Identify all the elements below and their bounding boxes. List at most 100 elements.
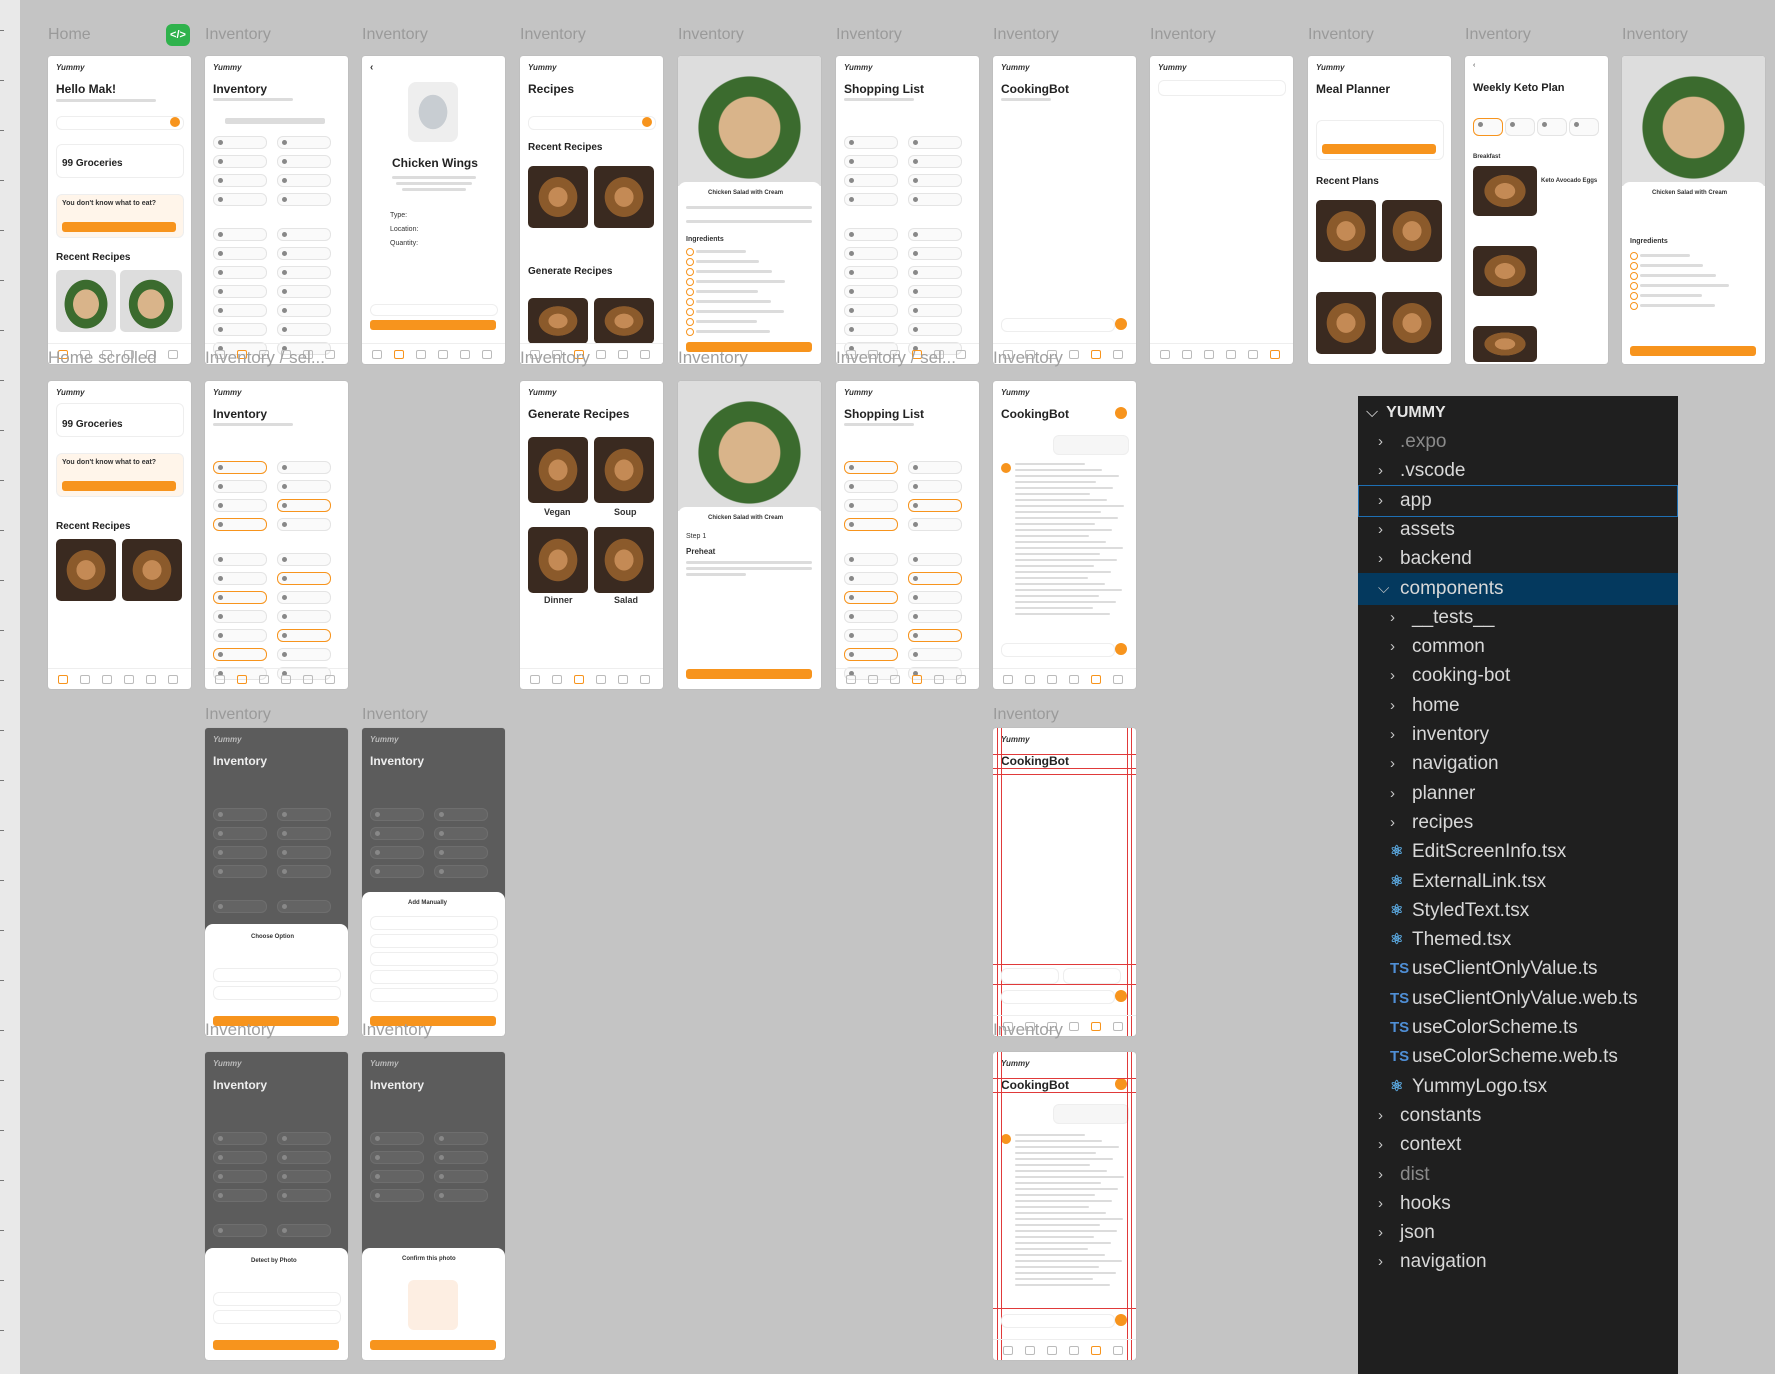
frame-label-inventory[interactable]: Inventory — [205, 706, 271, 724]
folder-item-components[interactable]: ⌵ components — [1358, 572, 1678, 605]
inventory-item-chip[interactable] — [434, 808, 488, 821]
inventory-item-chip[interactable] — [844, 499, 898, 512]
chat-input[interactable] — [1001, 1314, 1115, 1328]
inventory-item-chip[interactable] — [370, 808, 424, 821]
screen-item-detail[interactable]: ‹ Chicken Wings Type: Location: Quantity… — [362, 56, 505, 364]
ingredient-checkbox[interactable] — [1630, 272, 1638, 280]
screen-shopping-list[interactable]: Yummy Shopping List — [836, 56, 979, 364]
file-item-styledtext-tsx[interactable]: ⚛ StyledText.tsx — [1358, 895, 1678, 927]
inventory-item-chip[interactable] — [213, 155, 267, 168]
inventory-item-chip[interactable] — [213, 900, 267, 913]
inventory-item-chip[interactable] — [908, 285, 962, 298]
inventory-item-chip[interactable] — [844, 266, 898, 279]
file-item-yummylogo-tsx[interactable]: ⚛ YummyLogo.tsx — [1358, 1071, 1678, 1103]
inventory-item-chip[interactable] — [908, 193, 962, 206]
folder-item-json[interactable]: › json — [1358, 1217, 1678, 1249]
ingredient-checkbox[interactable] — [686, 318, 694, 326]
inventory-item-chip[interactable] — [277, 1170, 331, 1183]
inventory-item-chip[interactable] — [277, 193, 331, 206]
frame-label-inventory[interactable]: Inventory — [678, 26, 744, 44]
frame-label-inventory[interactable]: Inventory — [205, 1020, 275, 1040]
screen-recipe-detail[interactable]: Chicken Salad with Cream Ingredients — [678, 56, 821, 364]
inventory-item-chip[interactable] — [434, 865, 488, 878]
inventory-item-chip[interactable] — [908, 648, 962, 661]
inventory-item-chip[interactable] — [277, 1189, 331, 1202]
file-item-editscreeninfo-tsx[interactable]: ⚛ EditScreenInfo.tsx — [1358, 836, 1678, 868]
frame-label-inventory[interactable]: Inventory — [520, 26, 586, 44]
inventory-item-chip[interactable] — [844, 247, 898, 260]
inventory-item-chip[interactable] — [277, 648, 331, 661]
take-photo-option[interactable] — [213, 1310, 341, 1324]
inventory-item-chip[interactable] — [277, 591, 331, 604]
inventory-item-chip[interactable] — [844, 648, 898, 661]
inventory-item-chip[interactable] — [213, 1132, 267, 1145]
back-icon[interactable]: ‹ — [370, 62, 373, 73]
inventory-item-chip[interactable] — [434, 827, 488, 840]
recipe-image[interactable] — [594, 166, 654, 228]
next-step-button[interactable] — [686, 669, 812, 679]
inventory-item-chip[interactable] — [213, 1189, 267, 1202]
inventory-item-chip[interactable] — [908, 610, 962, 623]
inventory-item-chip[interactable] — [844, 155, 898, 168]
folder-item-navigation[interactable]: › navigation — [1358, 1246, 1678, 1278]
screen-inventory-confirm-photo[interactable]: Yummy Inventory Confirm this photo — [362, 1052, 505, 1360]
sign-out-item[interactable] — [1158, 80, 1286, 96]
inventory-item-chip[interactable] — [213, 610, 267, 623]
inventory-item-chip[interactable] — [844, 285, 898, 298]
inventory-item-chip[interactable] — [908, 247, 962, 260]
screen-inventory-add-manually[interactable]: Yummy Inventory Add Manually — [362, 728, 505, 1036]
plan-image[interactable] — [1382, 292, 1442, 354]
inventory-item-chip[interactable] — [213, 591, 267, 604]
ingredient-checkbox[interactable] — [686, 278, 694, 286]
recipe-image[interactable] — [528, 166, 588, 228]
inventory-item-chip[interactable] — [213, 865, 267, 878]
screen-cookingbot-chat[interactable]: Yummy CookingBot — [993, 381, 1136, 689]
inventory-item-chip[interactable] — [844, 480, 898, 493]
inventory-item-chip[interactable] — [213, 648, 267, 661]
inventory-item-chip[interactable] — [908, 572, 962, 585]
send-icon[interactable] — [1115, 990, 1127, 1002]
frame-label-home-scrolled[interactable]: Home scrolled — [48, 348, 157, 368]
inventory-item-chip[interactable] — [434, 1132, 488, 1145]
frame-label-inventory[interactable]: Inventory — [205, 26, 271, 44]
inventory-item-chip[interactable] — [277, 629, 331, 642]
inventory-item-chip[interactable] — [213, 174, 267, 187]
screen-recipes[interactable]: Yummy Recipes Recent Recipes Generate Re… — [520, 56, 663, 364]
send-icon[interactable] — [1115, 643, 1127, 655]
inventory-item-chip[interactable] — [908, 499, 962, 512]
folder-item-hooks[interactable]: › hooks — [1358, 1188, 1678, 1220]
inventory-item-chip[interactable] — [277, 1151, 331, 1164]
inventory-item-chip[interactable] — [908, 461, 962, 474]
add-manually-option[interactable] — [213, 986, 341, 1000]
screen-home-scrolled[interactable]: Yummy 99 Groceries You don't know what t… — [48, 381, 191, 689]
edit-button[interactable] — [370, 304, 498, 316]
file-item-useclientonlyvalue-web-ts[interactable]: TS useClientOnlyValue.web.ts — [1358, 983, 1678, 1015]
inventory-item-chip[interactable] — [277, 572, 331, 585]
code-icon[interactable]: </> — [166, 24, 190, 46]
frame-label-inventory[interactable]: Inventory — [1465, 26, 1531, 44]
inventory-item-chip[interactable] — [213, 553, 267, 566]
frame-label-inventory[interactable]: Inventory — [836, 26, 902, 44]
start-cooking-button[interactable] — [1630, 346, 1756, 356]
category-image[interactable] — [594, 527, 654, 593]
inventory-item-chip[interactable] — [277, 499, 331, 512]
frame-label-inventory[interactable]: Inventory — [362, 706, 428, 724]
ingredient-checkbox[interactable] — [686, 288, 694, 296]
file-item-useclientonlyvalue-ts[interactable]: TS useClientOnlyValue.ts — [1358, 953, 1678, 985]
ingredient-checkbox[interactable] — [1630, 302, 1638, 310]
inventory-item-chip[interactable] — [844, 136, 898, 149]
screen-meal-planner[interactable]: Yummy Meal Planner Recent Plans — [1308, 56, 1451, 364]
inventory-item-chip[interactable] — [277, 266, 331, 279]
frame-label-home[interactable]: Home — [48, 26, 91, 44]
quantity-field[interactable] — [370, 988, 498, 1002]
inventory-item-chip[interactable] — [434, 846, 488, 859]
inventory-item-chip[interactable] — [370, 1132, 424, 1145]
inventory-item-chip[interactable] — [370, 827, 424, 840]
inventory-item-chip[interactable] — [277, 228, 331, 241]
create-plan-button[interactable] — [1322, 144, 1436, 154]
screen-recipe-steps[interactable]: Chicken Salad with Cream Step 1 Preheat — [678, 381, 821, 689]
inventory-item-chip[interactable] — [213, 1170, 267, 1183]
frame-label-inventory[interactable]: Inventory — [520, 348, 590, 368]
recipe-image[interactable] — [594, 298, 654, 344]
meal-image[interactable] — [1473, 246, 1537, 296]
